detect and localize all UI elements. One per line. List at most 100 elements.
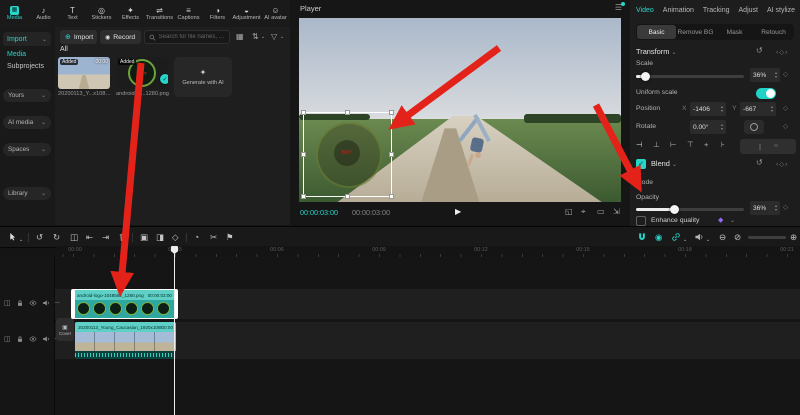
subtab-retouch[interactable]: Retouch [754,25,793,39]
grid-view-icon[interactable]: ▦ [236,32,244,41]
align-left-icon[interactable]: ⊣ [636,140,643,149]
track-format-icon[interactable]: ◫ [4,299,11,307]
blend-section-header[interactable]: Blend ⌄ [651,159,677,168]
more-icon[interactable]: — [55,300,60,306]
nav-media[interactable]: ▦ Media [0,0,29,27]
sidebar-item-media[interactable]: Media [7,51,26,58]
transform-keyframe-control[interactable]: ‹◇› [776,48,788,56]
sidebar-group-yours[interactable]: Yours ⌄ [3,89,51,102]
redo-icon[interactable]: ↻ [53,232,60,242]
reset-transform-icon[interactable]: ↺ [756,46,763,55]
stepper-icon[interactable]: ▴ ▾ [721,123,723,131]
lock-icon[interactable] [16,335,24,343]
resize-handle-se[interactable] [389,194,394,199]
resize-handle-nw[interactable] [301,110,306,115]
chevron-down-icon[interactable]: ⌄ [19,235,23,245]
position-keyframe-icon[interactable]: ◇ [783,104,789,112]
stepper-icon[interactable]: ▴ ▾ [771,105,773,113]
nav-ai-avatar[interactable]: ☺ AI avatar [261,0,290,27]
clip-logo-png[interactable]: android-logo-1048562_1280.png 00:00:03:0… [71,288,178,319]
rotate-value-input[interactable]: 0.00° ▴ ▾ [690,120,726,134]
tab-animation[interactable]: Animation [663,7,694,14]
opacity-slider-knob[interactable] [670,205,679,214]
zoom-out-icon[interactable]: ⊖ [719,232,726,242]
position-y-input[interactable]: -667 ▴ ▾ [740,102,776,116]
nav-stickers[interactable]: ◎ Stickers [87,0,116,27]
rotate-dial[interactable] [744,120,764,134]
player-menu-icon[interactable]: ☰ [615,2,625,12]
nav-effects[interactable]: ✦ Effects [116,0,145,27]
nav-adjustment[interactable]: ◒ Adjustment [232,0,261,27]
distribute-h-icon[interactable]: ∥ [758,143,762,151]
delete-icon[interactable] [118,232,128,242]
scale-slider-knob[interactable] [641,72,650,81]
nav-audio[interactable]: ♪ Audio [29,0,58,27]
nav-captions[interactable]: ≡ Captions [174,0,203,27]
link-clips-icon[interactable] [671,232,681,242]
clip-video[interactable]: 20200113_Young_Caucasian_1920x1080.mp4 0… [75,322,176,359]
lock-icon[interactable] [16,299,24,307]
filter-all-tab[interactable]: All [60,46,68,53]
resize-handle-e[interactable] [389,152,394,157]
enhance-quality-checkbox[interactable] [636,216,646,226]
stepper-icon[interactable]: ▴ ▾ [721,105,723,113]
fullscreen-icon[interactable]: ⇲ [613,207,620,216]
undo-icon[interactable]: ↺ [36,232,43,242]
mute-icon[interactable] [42,335,50,343]
cover-button[interactable]: ▣ Cover [56,318,74,341]
playhead-line[interactable] [174,246,175,415]
sidebar-group-library[interactable]: Library ⌄ [3,187,51,200]
sticker-tool-icon[interactable]: ◔ [194,232,199,242]
stepper-icon[interactable]: ▴ ▾ [775,71,777,79]
zoom-reset-icon[interactable]: ⊘ [734,232,741,242]
sort-icon[interactable]: ⇅ [252,32,259,41]
delete-left-icon[interactable]: ⇤ [86,232,93,242]
resize-handle-ne[interactable] [389,110,394,115]
scale-slider-track[interactable] [636,75,744,78]
position-x-input[interactable]: -1406 ▴ ▾ [690,102,726,116]
distribute-v-icon[interactable]: ≡ [774,143,778,150]
sidebar-group-ai-media[interactable]: AI media ⌄ [3,116,51,129]
sidebar-item-subprojects[interactable]: Subprojects [7,63,44,70]
clip-trim-handle-left[interactable] [71,288,75,319]
subtab-remove-bg[interactable]: Remove BG [676,25,715,39]
record-button[interactable]: ◉ Record [100,30,141,44]
preview-quality-icon[interactable]: ◱ [565,207,573,216]
sidebar-group-spaces[interactable]: Spaces ⌄ [3,143,51,156]
zoom-in-icon[interactable]: ⊕ [790,232,797,242]
tab-video[interactable]: Video [636,7,654,14]
align-top-icon[interactable]: ⊤ [687,140,694,149]
tab-ai-stylize[interactable]: AI stylize [767,7,795,14]
mute-icon[interactable] [42,299,50,307]
chevron-down-icon[interactable]: ⌄ [730,217,735,224]
eye-icon[interactable] [29,335,37,343]
chevron-down-icon[interactable]: ⌄ [706,235,710,245]
blend-keyframe-control[interactable]: ‹◇› [776,160,788,168]
blend-checkbox[interactable]: ✓ [636,159,646,169]
subtab-mask[interactable]: Mask [715,25,754,39]
eye-icon[interactable] [29,299,37,307]
nav-filters[interactable]: ◑ Filters [203,0,232,27]
split-icon[interactable]: ◫ [70,232,78,242]
reset-blend-icon[interactable]: ↺ [756,158,763,167]
tab-tracking[interactable]: Tracking [703,7,730,14]
audio-levels-icon[interactable] [694,232,704,242]
opacity-keyframe-icon[interactable]: ◇ [783,203,789,211]
media-item-video[interactable]: Added 00:00 [58,57,110,89]
search-input[interactable]: Search for file names, scenes, or dialog… [144,30,230,44]
play-button[interactable]: ▶ [455,207,461,216]
overlay-selection-box[interactable]: BOY [301,110,394,199]
aspect-ratio-icon[interactable]: ▭ [597,207,605,216]
resize-handle-w[interactable] [301,152,306,157]
rotate-keyframe-icon[interactable]: ◇ [783,122,789,130]
marker-icon[interactable]: ⚑ [226,232,234,242]
align-middle-icon[interactable]: ⊦ [721,140,725,149]
magnetic-snap-icon[interactable] [637,232,647,242]
timeline-ruler[interactable]: 00:00 00:03 00:06 00:09 00:12 00:15 00:1… [55,246,800,257]
align-bottom-icon[interactable]: ⊥ [653,140,660,149]
align-right-icon[interactable]: ⊢ [670,140,677,149]
media-item-image[interactable]: BOY Added ✓ [116,57,168,89]
generate-with-ai-card[interactable]: ✦ Generate with AI [174,57,232,97]
align-center-icon[interactable]: + [704,140,708,149]
subtab-basic[interactable]: Basic [637,25,676,39]
